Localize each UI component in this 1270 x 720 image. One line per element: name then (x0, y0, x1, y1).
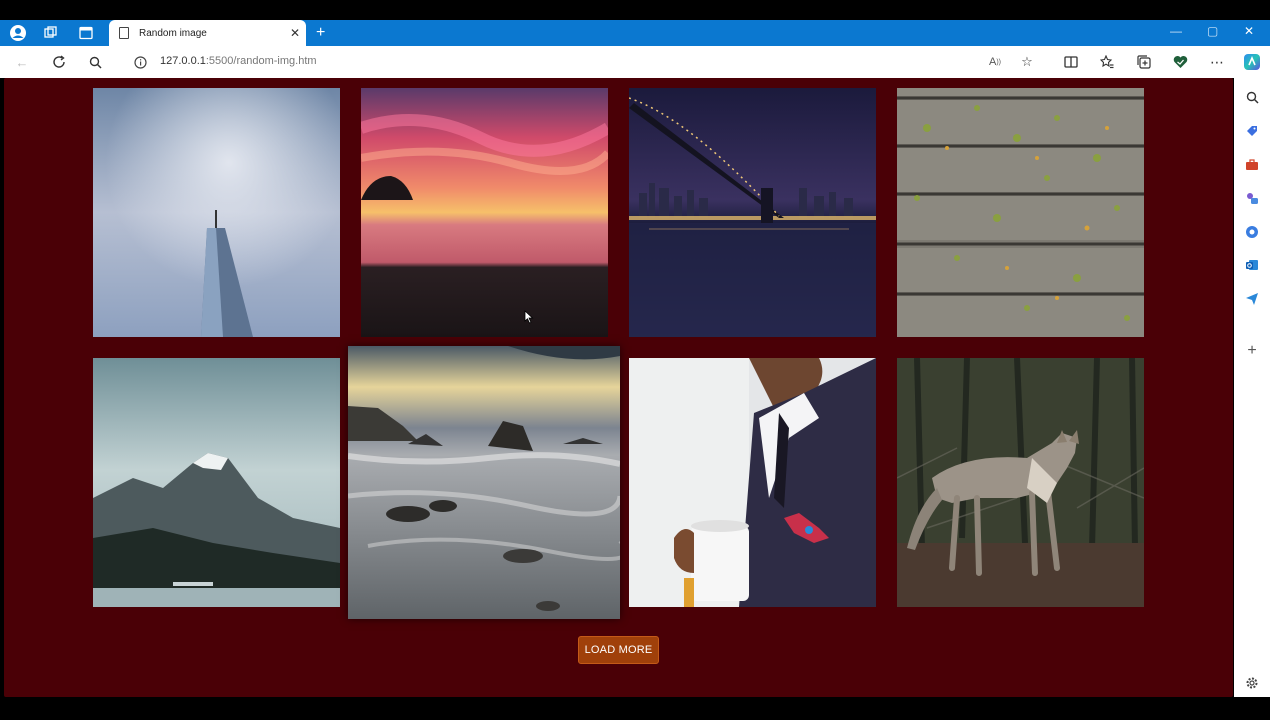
maximize-icon[interactable]: ▢ (1207, 24, 1218, 38)
tab-title: Random image (139, 27, 207, 39)
sidebar-outlook-icon[interactable] (1243, 256, 1261, 274)
sidebar-add-icon[interactable]: + (1243, 342, 1261, 360)
copilot-icon[interactable] (1243, 53, 1261, 71)
close-tab-icon[interactable]: ✕ (284, 26, 306, 40)
close-window-icon[interactable]: ✕ (1244, 24, 1254, 38)
gallery-image-sunset-beach[interactable] (361, 88, 608, 337)
sidebar-send-icon[interactable] (1243, 290, 1261, 308)
sidebar-games-icon[interactable] (1243, 189, 1261, 207)
sidebar-shopping-icon[interactable] (1243, 122, 1261, 140)
favorite-star-icon[interactable]: ☆ (1019, 54, 1035, 70)
browser-essentials-icon[interactable] (1172, 54, 1188, 70)
tab-actions-icon[interactable] (77, 24, 95, 42)
url-path: :5500/random-img.htm (205, 55, 317, 67)
read-aloud-icon[interactable]: A)) (987, 54, 1003, 70)
url-field[interactable]: 127.0.0.1:5500/random-img.htm (160, 55, 317, 67)
sidebar-tools-icon[interactable] (1243, 156, 1261, 174)
address-bar: ← 127.0.0.1:5500/random-img.htm A)) ☆ ⋯ (0, 46, 1270, 78)
site-info-icon[interactable] (132, 54, 148, 70)
gallery-image-man-coffee[interactable] (629, 358, 876, 607)
workspaces-icon[interactable] (42, 24, 60, 42)
gallery-image-coyote[interactable] (897, 358, 1144, 607)
sidebar-settings-icon[interactable] (1243, 674, 1261, 692)
load-more-button[interactable]: LOAD MORE (578, 636, 659, 664)
sidebar-office-icon[interactable] (1243, 223, 1261, 241)
back-icon[interactable]: ← (14, 54, 30, 70)
search-icon[interactable] (87, 54, 103, 70)
edge-sidebar: + (1234, 78, 1270, 698)
url-host: 127.0.0.1 (160, 55, 206, 67)
collections-icon[interactable] (1136, 54, 1152, 70)
gallery-image-skyscraper[interactable] (93, 88, 340, 337)
gallery-image-rocky-shore[interactable] (348, 346, 620, 619)
profile-icon[interactable] (9, 24, 27, 42)
mouse-cursor-icon (524, 310, 534, 324)
new-tab-icon[interactable]: + (316, 24, 325, 42)
gallery-image-mountain-lake[interactable] (93, 358, 340, 607)
gallery-image-wood-planks[interactable] (897, 88, 1144, 337)
favorites-icon[interactable] (1099, 54, 1115, 70)
screen-top-bar (0, 0, 1270, 20)
tab-random-image[interactable]: Random image ✕ (109, 20, 306, 46)
tab-bar: Random image ✕ + — ▢ ✕ (0, 20, 1270, 46)
more-options-icon[interactable]: ⋯ (1209, 54, 1225, 70)
split-screen-icon[interactable] (1063, 54, 1079, 70)
sidebar-search-icon[interactable] (1243, 88, 1261, 106)
gallery-image-bridge-night[interactable] (629, 88, 876, 337)
screen-bottom-bar (0, 697, 1270, 720)
minimize-icon[interactable]: — (1170, 24, 1182, 38)
page-icon (119, 27, 129, 39)
refresh-icon[interactable] (51, 54, 67, 70)
